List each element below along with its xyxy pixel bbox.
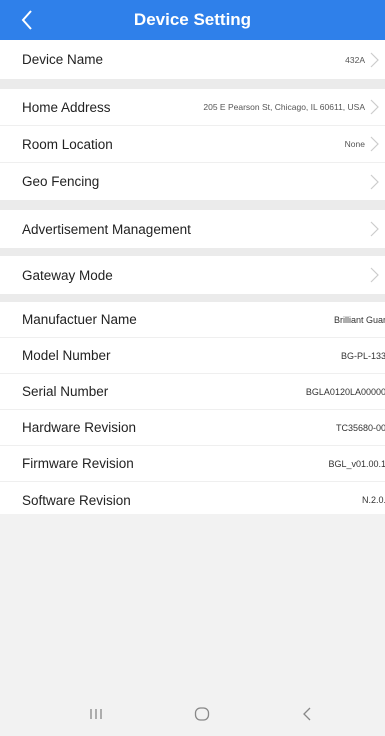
recents-icon: [90, 709, 102, 719]
recents-button[interactable]: [66, 692, 126, 736]
hardware-revision-label: Hardware Revision: [22, 420, 137, 435]
device-name-value: 432A: [345, 54, 365, 65]
chevron-right-icon: [367, 163, 381, 200]
back-button[interactable]: [10, 0, 44, 40]
home-address-value: 205 E Pearson St, Chicago, IL 60611, USA: [203, 102, 365, 112]
firmware-revision-value: BGL_v01.00.18: [328, 458, 385, 469]
section-separator: [0, 79, 385, 89]
chevron-right-icon: [367, 40, 381, 79]
chevron-right-icon: [367, 89, 381, 125]
location-group: Home Address 205 E Pearson St, Chicago, …: [0, 89, 385, 200]
home-address-label: Home Address: [22, 99, 111, 115]
chevron-right-icon: [367, 256, 381, 294]
section-separator: [0, 294, 385, 302]
firmware-revision-label: Firmware Revision: [22, 456, 134, 471]
device-name-label: Device Name: [22, 52, 104, 67]
empty-area: [0, 514, 385, 692]
software-revision-value: N.2.0.0: [361, 495, 385, 505]
chevron-right-icon: [367, 210, 381, 248]
geo-fencing-row[interactable]: Geo Fencing: [0, 163, 385, 200]
advertisement-management-row[interactable]: Advertisement Management: [0, 210, 385, 248]
model-number-label: Model Number: [22, 348, 111, 363]
back-icon: [303, 707, 311, 721]
room-location-label: Room Location: [22, 136, 113, 152]
nav-back-button[interactable]: [277, 692, 337, 736]
room-location-value: None: [344, 139, 365, 149]
manufacturer-name-value: Brilliant Guard: [333, 314, 385, 325]
room-location-row[interactable]: Room Location None: [0, 126, 385, 163]
software-revision-row: Software Revision N.2.0.0: [0, 482, 385, 518]
geo-fencing-label: Geo Fencing: [22, 174, 100, 189]
manufacturer-name-row: Manufactuer Name Brilliant Guard: [0, 302, 385, 338]
serial-number-label: Serial Number: [22, 384, 109, 399]
section-separator: [0, 200, 385, 210]
gateway-group: Gateway Mode: [0, 256, 385, 294]
app-header: Device Setting: [0, 0, 385, 40]
hardware-revision-row: Hardware Revision TC35680-002: [0, 410, 385, 446]
home-button[interactable]: [172, 692, 232, 736]
chevron-left-icon: [21, 10, 32, 30]
model-number-value: BG-PL-1338: [340, 350, 385, 361]
home-icon: [194, 707, 210, 721]
model-number-row: Model Number BG-PL-1338: [0, 338, 385, 374]
section-separator: [0, 248, 385, 256]
device-group: Device Name 432A: [0, 40, 385, 79]
gateway-mode-row[interactable]: Gateway Mode: [0, 256, 385, 294]
settings-list: Device Name 432A Home Address 205 E Pear…: [0, 40, 385, 518]
serial-number-row: Serial Number BGLA0120LA000001: [0, 374, 385, 410]
device-name-row[interactable]: Device Name 432A: [0, 40, 385, 79]
hardware-revision-value: TC35680-002: [335, 422, 385, 433]
page-title: Device Setting: [133, 10, 252, 29]
serial-number-value: BGLA0120LA000001: [305, 386, 385, 397]
device-info-group: Manufactuer Name Brilliant Guard Model N…: [0, 302, 385, 518]
system-nav-bar: [0, 692, 385, 736]
software-revision-label: Software Revision: [22, 492, 131, 508]
chevron-right-icon: [367, 126, 381, 162]
advertisement-management-label: Advertisement Management: [22, 221, 191, 237]
advertisement-group: Advertisement Management: [0, 210, 385, 248]
firmware-revision-row: Firmware Revision BGL_v01.00.18: [0, 446, 385, 482]
home-address-row[interactable]: Home Address 205 E Pearson St, Chicago, …: [0, 89, 385, 126]
manufacturer-name-label: Manufactuer Name: [22, 312, 137, 327]
gateway-mode-label: Gateway Mode: [22, 267, 113, 283]
